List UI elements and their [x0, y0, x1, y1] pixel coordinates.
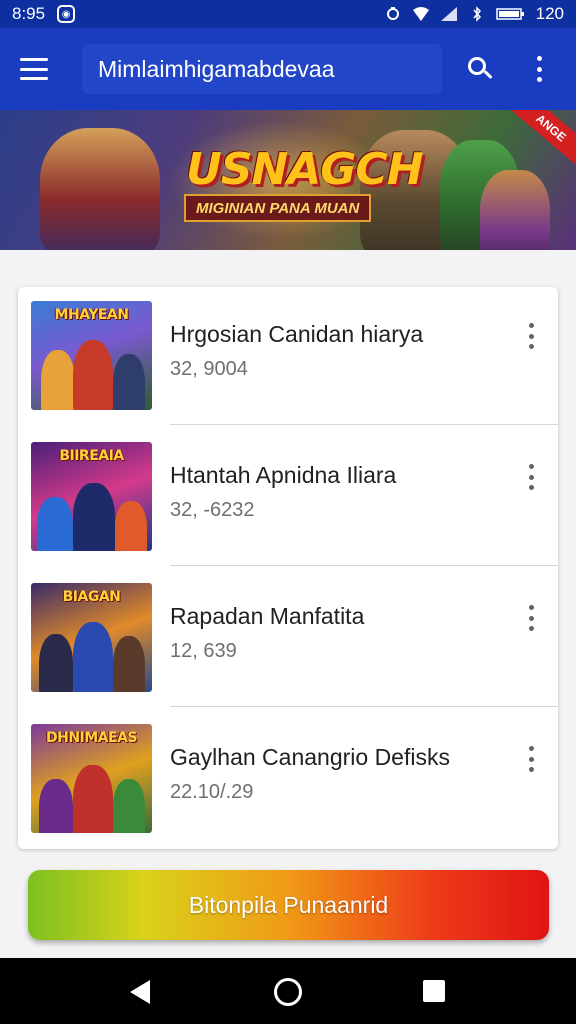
divider — [170, 706, 558, 707]
divider — [170, 565, 558, 566]
game-count: 22.10/.29 — [170, 781, 254, 803]
back-icon[interactable] — [130, 980, 150, 1004]
divider — [170, 424, 558, 425]
status-time: 8:95 — [12, 4, 46, 23]
item-more-icon[interactable] — [527, 323, 535, 349]
overflow-menu-icon[interactable] — [534, 56, 544, 82]
recents-icon[interactable] — [423, 980, 445, 1002]
sync-icon — [386, 7, 399, 20]
game-count: 12, 639 — [170, 640, 237, 662]
game-name: Rapadan Manfatita — [170, 603, 365, 629]
item-more-icon[interactable] — [527, 746, 535, 772]
banner-title: USNAGCH — [186, 144, 424, 195]
banner-hero-right — [480, 170, 550, 250]
list-item[interactable]: DHNIMAEAS Gaylhan Canangrio Defisks 22.1… — [18, 710, 558, 851]
battery-icon — [495, 8, 524, 20]
system-nav-bar — [0, 958, 576, 1024]
wifi-icon — [412, 7, 429, 21]
battery-level: 120 — [535, 4, 564, 23]
item-more-icon[interactable] — [527, 464, 535, 490]
menu-icon[interactable] — [20, 58, 48, 80]
search-icon[interactable] — [466, 55, 494, 83]
status-bar: 8:95 ◉ 120 — [0, 0, 576, 28]
game-count: 32, 9004 — [170, 358, 248, 380]
home-icon[interactable] — [274, 978, 302, 1006]
game-thumbnail: DHNIMAEAS — [31, 724, 152, 833]
promo-banner[interactable]: USNAGCH MIGINIAN PANA MUAN ANGE — [0, 110, 576, 250]
game-name: Hrgosian Canidan hiarya — [170, 321, 424, 347]
game-list-card: MHAYEAN Hrgosian Canidan hiarya 32, 9004… — [18, 287, 558, 849]
app-title: Mimlaimhigamabdevaa — [82, 44, 442, 94]
item-more-icon[interactable] — [527, 605, 535, 631]
banner-subtitle: MIGINIAN PANA MUAN — [184, 194, 372, 222]
game-name: Htantah Apnidna Iliara — [170, 462, 397, 488]
primary-action-button[interactable]: Bitonpila Punaanrid — [28, 870, 549, 940]
game-count: 32, -6232 — [170, 499, 255, 521]
game-thumbnail: BIIREAIA — [31, 442, 152, 551]
app-bar: Mimlaimhigamabdevaa — [0, 28, 576, 110]
notification-icon: ◉ — [57, 5, 76, 23]
bluetooth-icon — [473, 6, 481, 22]
game-thumbnail: BIAGAN — [31, 583, 152, 692]
list-item[interactable]: BIAGAN Rapadan Manfatita 12, 639 — [18, 569, 558, 710]
list-item[interactable]: BIIREAIA Htantah Apnidna Iliara 32, -623… — [18, 428, 558, 569]
signal-icon — [440, 7, 457, 21]
game-name: Gaylhan Canangrio Defisks — [170, 744, 450, 770]
banner-hero-left — [40, 128, 160, 250]
game-thumbnail: MHAYEAN — [31, 301, 152, 410]
list-item[interactable]: MHAYEAN Hrgosian Canidan hiarya 32, 9004 — [18, 287, 558, 428]
